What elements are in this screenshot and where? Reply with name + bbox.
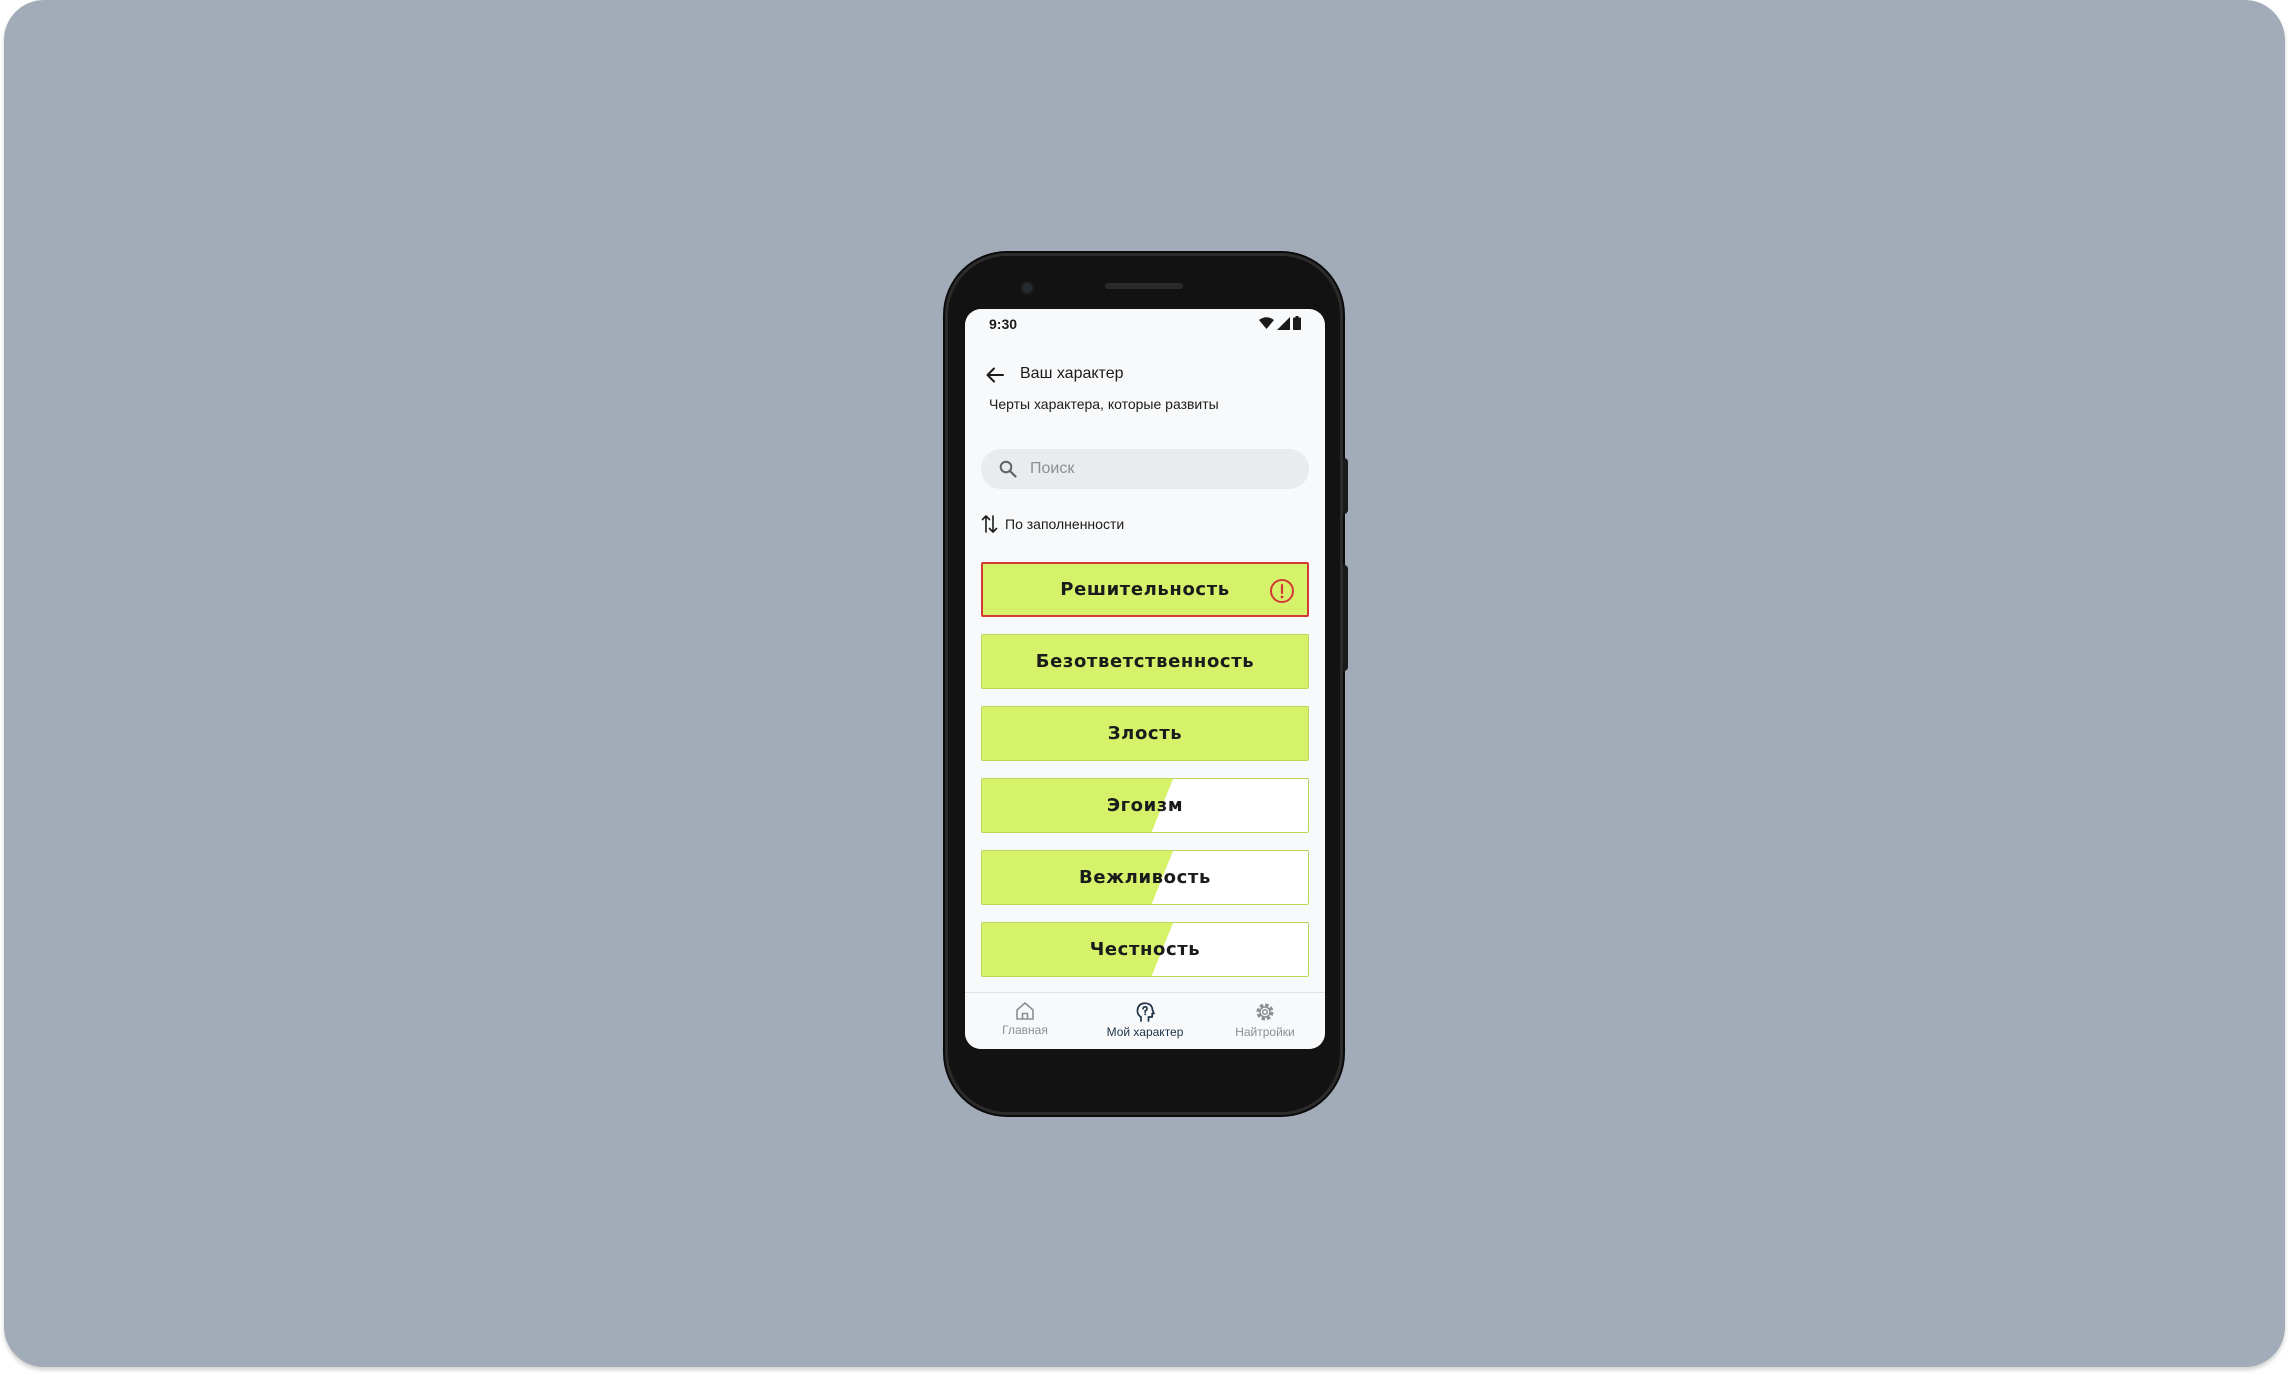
trait-item[interactable]: Честность xyxy=(981,922,1309,977)
status-bar: 9:30 xyxy=(965,309,1325,337)
trait-item[interactable]: Злость xyxy=(981,706,1309,761)
search-icon xyxy=(998,459,1018,479)
sort-label: По заполненности xyxy=(1005,516,1125,532)
head-question-icon xyxy=(1136,1002,1155,1022)
power-button xyxy=(1343,458,1348,514)
earpiece-speaker xyxy=(1105,283,1183,289)
gear-icon xyxy=(1256,1003,1274,1021)
cellular-signal-icon xyxy=(1277,316,1290,330)
search-bar[interactable] xyxy=(981,449,1309,489)
trait-item[interactable]: Вежливость xyxy=(981,850,1309,905)
trait-label: Честность xyxy=(1089,939,1201,960)
status-icons xyxy=(1259,316,1301,330)
search-input[interactable] xyxy=(1028,459,1292,479)
trait-label: Злость xyxy=(1107,723,1183,744)
nav-item-my-character[interactable]: Мой характер xyxy=(1085,993,1205,1049)
page-title: Ваш характер xyxy=(1020,365,1124,382)
trait-item[interactable]: Эгоизм xyxy=(981,778,1309,833)
arrow-back-icon xyxy=(986,367,1004,383)
back-button[interactable] xyxy=(981,361,1009,389)
nav-label: Найтройки xyxy=(1235,1025,1295,1039)
bottom-navigation: Главная Мой характер Найтройки xyxy=(965,992,1325,1049)
trait-label: Решительность xyxy=(1060,579,1230,600)
nav-item-settings[interactable]: Найтройки xyxy=(1205,993,1325,1049)
trait-label: Эгоизм xyxy=(1106,795,1184,816)
battery-icon xyxy=(1293,316,1301,330)
trait-label: Безответственность xyxy=(1035,651,1255,672)
nav-item-home[interactable]: Главная xyxy=(965,993,1085,1049)
status-time: 9:30 xyxy=(989,316,1018,332)
alert-icon[interactable] xyxy=(1269,578,1295,604)
sort-arrows-icon xyxy=(981,515,998,533)
nav-label: Мой характер xyxy=(1106,1025,1184,1039)
home-icon xyxy=(1016,1002,1034,1020)
app-screen: 9:30 Ваш характер Черты характера, котор… xyxy=(965,309,1325,1049)
phone-frame: 9:30 Ваш характер Черты характера, котор… xyxy=(945,253,1348,1115)
front-camera xyxy=(1020,281,1034,295)
trait-item[interactable]: Решительность xyxy=(981,562,1309,617)
page-subtitle: Черты характера, которые развиты xyxy=(989,396,1219,412)
wifi-icon xyxy=(1259,317,1274,329)
volume-button xyxy=(1343,565,1348,671)
trait-item[interactable]: Безответственность xyxy=(981,634,1309,689)
sort-button[interactable]: По заполненности xyxy=(981,514,1124,534)
nav-label: Главная xyxy=(1002,1023,1048,1037)
trait-label: Вежливость xyxy=(1079,867,1211,888)
